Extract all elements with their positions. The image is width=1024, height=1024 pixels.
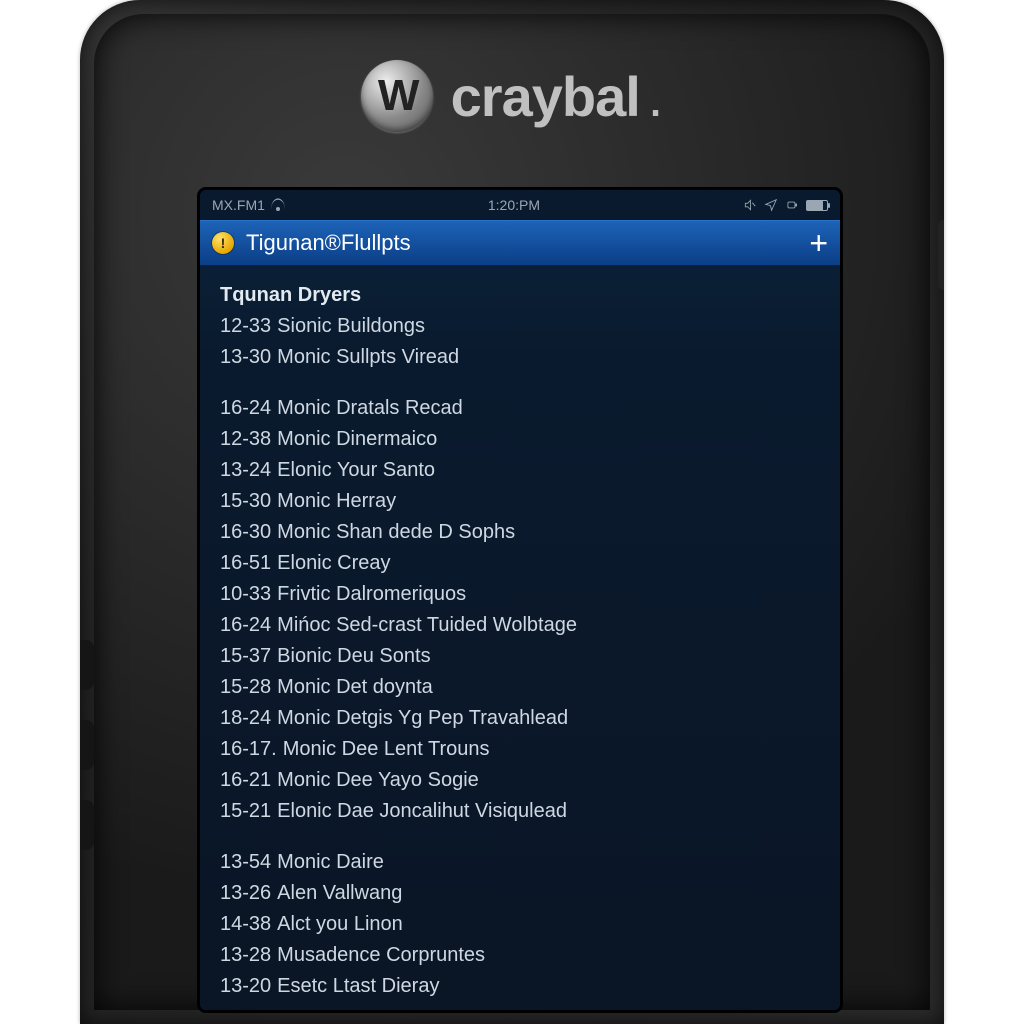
list-item[interactable]: 16-51 Elonic Creay bbox=[220, 548, 824, 579]
brand-name: craybal bbox=[451, 64, 640, 129]
list-item[interactable]: 16-24 Monic Dratals Recad bbox=[220, 393, 824, 424]
item-code: 16-51 bbox=[220, 552, 271, 574]
item-code: 13-26 bbox=[220, 882, 271, 904]
item-code: 16-24 bbox=[220, 614, 271, 636]
item-text: Monic Herray bbox=[277, 490, 396, 512]
screen: MX.FM1 1:20:PM ! Tigunan®Flullpts + Tqun… bbox=[200, 190, 840, 1010]
status-bar: MX.FM1 1:20:PM bbox=[200, 190, 840, 220]
item-text: Monic Daire bbox=[277, 851, 384, 873]
item-code: 14-38 bbox=[220, 913, 271, 935]
list-item[interactable]: 18-24 Monic Detgis Yg Pep Travahlead bbox=[220, 703, 824, 734]
fault-list[interactable]: Tqunan Dryers 12-33 Sionic Buildongs 13-30… bbox=[200, 266, 840, 1010]
section-heading: Tqunan Dryers bbox=[220, 280, 824, 311]
brand-dot: . bbox=[648, 64, 664, 129]
item-code: 12-33 bbox=[220, 315, 271, 337]
item-text: Sionic Buildongs bbox=[277, 315, 425, 337]
add-button[interactable]: + bbox=[809, 227, 828, 259]
item-code: 13-30 bbox=[220, 346, 271, 368]
list-item[interactable]: 13-28 Musadence Corpruntes bbox=[220, 940, 824, 971]
item-code: 13-54 bbox=[220, 851, 271, 873]
device-grip bbox=[80, 640, 94, 690]
item-code: 15-21 bbox=[220, 800, 271, 822]
item-text: Alct you Linon bbox=[277, 913, 403, 935]
list-item[interactable]: 15-37 Bionic Deu Sonts bbox=[220, 641, 824, 672]
battery-icon bbox=[806, 200, 828, 211]
item-text: Monic Dee Lent Trouns bbox=[283, 738, 490, 760]
item-code: 10-33 bbox=[220, 583, 271, 605]
item-text: Monic Shan dede D Sophs bbox=[277, 521, 515, 543]
mute-icon bbox=[743, 198, 757, 212]
list-item[interactable]: 10-33 Frivtic Dalromeriquos bbox=[220, 579, 824, 610]
list-item[interactable]: 16-30 Monic Shan dede D Sophs bbox=[220, 517, 824, 548]
status-carrier: MX.FM1 bbox=[212, 197, 265, 213]
device-side-button bbox=[938, 220, 944, 290]
item-code: 13-28 bbox=[220, 944, 271, 966]
device-frame: W craybal . MX.FM1 1:20:PM ! Tigunan®Flu… bbox=[80, 0, 944, 1024]
status-time: 1:20:PM bbox=[488, 197, 540, 213]
item-code: 13-24 bbox=[220, 459, 271, 481]
item-text: Monic Det doynta bbox=[277, 676, 433, 698]
item-text: Monic Dinermaico bbox=[277, 428, 437, 450]
list-item[interactable]: 14-38 Alct you Linon bbox=[220, 909, 824, 940]
battery-percent-icon bbox=[785, 198, 799, 212]
list-item[interactable]: 13-30 Monic Sullpts Viread bbox=[220, 342, 824, 373]
item-text: Elonic Your Santo bbox=[277, 459, 435, 481]
item-code: 15-28 bbox=[220, 676, 271, 698]
item-code: 15-30 bbox=[220, 490, 271, 512]
item-text: Elonic Creay bbox=[277, 552, 390, 574]
item-text: Monic Dratals Recad bbox=[277, 397, 463, 419]
item-code: 13-20 bbox=[220, 975, 271, 997]
brand-logo-icon: W bbox=[361, 60, 433, 132]
item-text: Esetc Ltast Dieray bbox=[277, 975, 439, 997]
device-grip bbox=[80, 720, 94, 770]
header-title: Tigunan®Flullpts bbox=[246, 230, 797, 256]
list-item[interactable]: 13-24 Elonic Your Santo bbox=[220, 455, 824, 486]
list-item[interactable]: 12-38 Monic Dinermaico bbox=[220, 424, 824, 455]
item-code: 16-30 bbox=[220, 521, 271, 543]
list-item[interactable]: 13-26 Alen Vallwang bbox=[220, 878, 824, 909]
brand-bar: W craybal . bbox=[80, 60, 944, 132]
item-text: Mińoc Sed-crast Tuided Wolbtage bbox=[277, 614, 577, 636]
item-text: Monic Dee Yayo Sogie bbox=[277, 769, 479, 791]
list-header: ! Tigunan®Flullpts + bbox=[200, 220, 840, 266]
item-code: 16-17. bbox=[220, 738, 277, 760]
item-text: Frivtic Dalromeriquos bbox=[277, 583, 466, 605]
wifi-icon bbox=[271, 198, 285, 212]
item-code: 15-37 bbox=[220, 645, 271, 667]
device-grip bbox=[80, 800, 94, 850]
item-code: 16-21 bbox=[220, 769, 271, 791]
list-item[interactable]: 15-28 Monic Det doynta bbox=[220, 672, 824, 703]
list-item[interactable]: 13-54 Monic Daire bbox=[220, 847, 824, 878]
warning-icon: ! bbox=[212, 232, 234, 254]
item-text: Bionic Deu Sonts bbox=[277, 645, 430, 667]
list-item[interactable]: 15-30 Monic Herray bbox=[220, 486, 824, 517]
location-icon bbox=[764, 198, 778, 212]
item-text: Musadence Corpruntes bbox=[277, 944, 485, 966]
item-code: 18-24 bbox=[220, 707, 271, 729]
item-code: 12-38 bbox=[220, 428, 271, 450]
list-item[interactable]: 16-24 Mińoc Sed-crast Tuided Wolbtage bbox=[220, 610, 824, 641]
item-text: Monic Detgis Yg Pep Travahlead bbox=[277, 707, 568, 729]
list-item[interactable]: 12-33 Sionic Buildongs bbox=[220, 311, 824, 342]
item-text: Alen Vallwang bbox=[277, 882, 402, 904]
item-text: Elonic Dae Joncalihut Visiqulead bbox=[277, 800, 567, 822]
list-item[interactable]: 15-21 Elonic Dae Joncalihut Visiqulead bbox=[220, 796, 824, 827]
item-code: 16-24 bbox=[220, 397, 271, 419]
list-item[interactable]: 16-17. Monic Dee Lent Trouns bbox=[220, 734, 824, 765]
item-text: Monic Sullpts Viread bbox=[277, 346, 459, 368]
list-item[interactable]: 13-20 Esetc Ltast Dieray bbox=[220, 971, 824, 1002]
list-item[interactable]: 16-21 Monic Dee Yayo Sogie bbox=[220, 765, 824, 796]
